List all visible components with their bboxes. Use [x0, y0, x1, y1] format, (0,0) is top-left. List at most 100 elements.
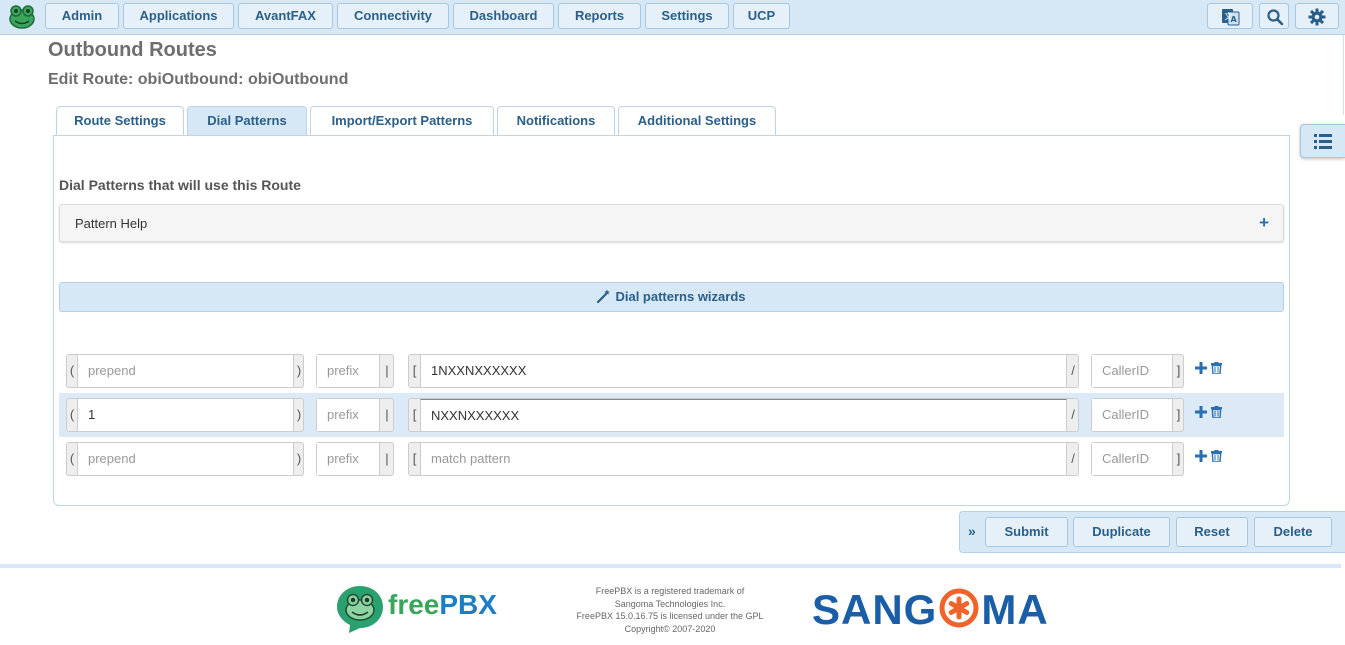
gear-icon — [1308, 8, 1326, 26]
prefix-input[interactable]: prefix — [317, 399, 380, 431]
match-pattern-input[interactable]: 1NXXNXXXXXX — [420, 355, 1067, 387]
wizard-label: Dial patterns wizards — [615, 289, 746, 304]
freepbx-frog-logo-icon[interactable] — [8, 4, 36, 30]
match-pattern-input[interactable]: NXXNXXXXXX — [420, 399, 1067, 431]
language-button[interactable]: 文 A — [1207, 3, 1253, 29]
prefix-group: prefix | — [316, 354, 394, 388]
open-paren: ( — [69, 407, 75, 422]
pattern-help-title: Pattern Help — [75, 216, 148, 231]
callerid-group: CallerID ] — [1091, 398, 1184, 432]
prepend-group: ( 1 ) — [66, 398, 304, 432]
open-paren: ( — [69, 363, 75, 378]
close-paren: ) — [296, 451, 302, 466]
nav-avantfax[interactable]: AvantFAX — [238, 3, 333, 29]
search-icon — [1267, 9, 1284, 26]
match-pattern-group: [ 1NXXNXXXXXX / — [408, 354, 1079, 388]
prefix-input[interactable]: prefix — [317, 355, 380, 387]
expand-plus-icon[interactable]: + — [1259, 213, 1269, 233]
nav-settings[interactable]: Settings — [645, 3, 729, 29]
callerid-group: CallerID ] — [1091, 354, 1184, 388]
footer-divider — [0, 564, 1341, 568]
pattern-row: ( prepend ) prefix | [ 1NXXNXXXXXX / Cal… — [59, 349, 1284, 393]
delete-row-trash-icon[interactable] — [1211, 406, 1223, 418]
submit-button[interactable]: Submit — [985, 517, 1068, 547]
tab-import-export-patterns[interactable]: Import/Export Patterns — [310, 106, 494, 135]
callerid-group: CallerID ] — [1091, 442, 1184, 476]
footer-legal-text: FreePBX is a registered trademark of San… — [576, 586, 764, 634]
callerid-input[interactable]: CallerID — [1092, 399, 1173, 431]
close-paren: ) — [296, 363, 302, 378]
close-bracket: ] — [1176, 451, 1181, 466]
prefix-group: prefix | — [316, 442, 394, 476]
collapse-chevron-icon[interactable]: » — [968, 523, 976, 539]
pipe-separator: | — [385, 407, 389, 422]
settings-button[interactable] — [1295, 3, 1339, 29]
side-list-toggle[interactable] — [1300, 124, 1345, 158]
pipe-separator: | — [385, 451, 389, 466]
callerid-input[interactable]: CallerID — [1092, 443, 1173, 475]
slash-separator: / — [1071, 407, 1075, 422]
match-pattern-group: [ match pattern / — [408, 442, 1079, 476]
svg-text:A: A — [1231, 15, 1238, 24]
open-bracket: [ — [412, 407, 417, 422]
page-title: Outbound Routes — [48, 39, 217, 61]
slash-separator: / — [1071, 363, 1075, 378]
match-pattern-input[interactable]: match pattern — [420, 443, 1067, 475]
close-bracket: ] — [1176, 407, 1181, 422]
freepbx-logo-icon[interactable] — [335, 584, 385, 634]
delete-row-trash-icon[interactable] — [1211, 362, 1223, 374]
slash-separator: / — [1071, 451, 1075, 466]
magic-wand-icon — [597, 289, 611, 304]
match-pattern-group: [ NXXNXXXXXX / — [408, 398, 1079, 432]
language-icon: 文 A — [1222, 9, 1240, 26]
open-bracket: [ — [412, 363, 417, 378]
dial-patterns-heading: Dial Patterns that will use this Route — [59, 177, 301, 193]
pattern-help-panel[interactable]: Pattern Help + — [59, 204, 1284, 242]
callerid-input[interactable]: CallerID — [1092, 355, 1173, 387]
tab-notifications[interactable]: Notifications — [497, 106, 615, 135]
delete-button[interactable]: Delete — [1254, 517, 1332, 547]
tab-route-settings[interactable]: Route Settings — [56, 106, 184, 135]
row-actions — [1195, 362, 1223, 380]
close-paren: ) — [296, 407, 302, 422]
pipe-separator: | — [385, 363, 389, 378]
prepend-input[interactable]: prepend — [77, 443, 294, 475]
nav-dashboard[interactable]: Dashboard — [453, 3, 554, 29]
row-actions — [1195, 450, 1223, 468]
search-button[interactable] — [1259, 3, 1289, 29]
nav-admin[interactable]: Admin — [45, 3, 119, 29]
pattern-row: ( prepend ) prefix | [ match pattern / C… — [59, 437, 1284, 481]
prepend-input[interactable]: 1 — [77, 399, 294, 431]
tab-dial-patterns[interactable]: Dial Patterns — [187, 106, 307, 135]
open-paren: ( — [69, 451, 75, 466]
delete-row-trash-icon[interactable] — [1211, 450, 1223, 462]
add-row-plus-icon[interactable] — [1195, 450, 1207, 462]
prepend-input[interactable]: prepend — [77, 355, 294, 387]
prepend-group: ( prepend ) — [66, 354, 304, 388]
page-subtitle: Edit Route: obiOutbound: obiOutbound — [48, 71, 349, 88]
open-bracket: [ — [412, 451, 417, 466]
duplicate-button[interactable]: Duplicate — [1073, 517, 1170, 547]
list-icon — [1314, 134, 1332, 149]
nav-connectivity[interactable]: Connectivity — [337, 3, 449, 29]
action-bar: » Submit Duplicate Reset Delete — [959, 511, 1345, 553]
dial-patterns-wizard-button[interactable]: Dial patterns wizards — [59, 282, 1284, 312]
freepbx-logo-text: freePBX — [388, 589, 497, 620]
nav-applications[interactable]: Applications — [123, 3, 234, 29]
tab-additional-settings[interactable]: Additional Settings — [618, 106, 776, 135]
row-actions — [1195, 406, 1223, 424]
close-bracket: ] — [1176, 363, 1181, 378]
sangoma-star-icon — [939, 588, 979, 628]
add-row-plus-icon[interactable] — [1195, 406, 1207, 418]
prefix-input[interactable]: prefix — [317, 443, 380, 475]
nav-ucp[interactable]: UCP — [733, 3, 790, 29]
top-navbar: Admin Applications AvantFAX Connectivity… — [0, 0, 1345, 35]
page-edge-rule — [1343, 35, 1344, 115]
add-row-plus-icon[interactable] — [1195, 362, 1207, 374]
prefix-group: prefix | — [316, 398, 394, 432]
pattern-row: ( 1 ) prefix | [ NXXNXXXXXX / CallerID ] — [59, 393, 1284, 437]
reset-button[interactable]: Reset — [1176, 517, 1248, 547]
sangoma-logo[interactable]: SANG MA — [812, 586, 1049, 634]
nav-reports[interactable]: Reports — [558, 3, 641, 29]
prepend-group: ( prepend ) — [66, 442, 304, 476]
